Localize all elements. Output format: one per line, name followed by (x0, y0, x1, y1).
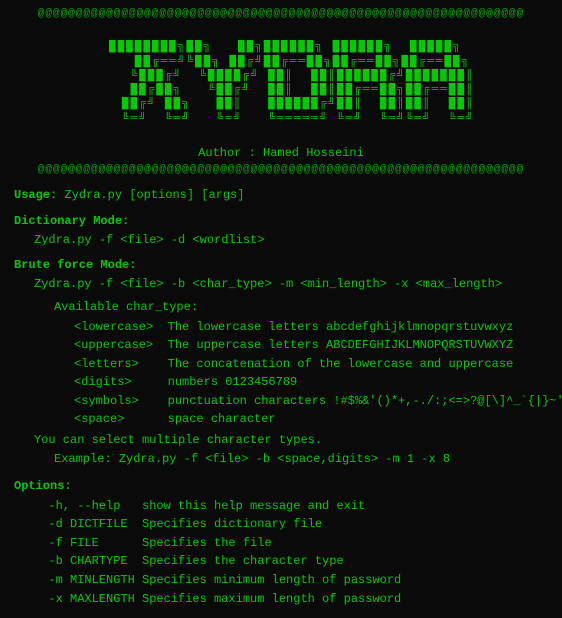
char-type-digits: <digits> numbers 0123456789 (74, 373, 548, 392)
char-type-letters: <letters> The concatenation of the lower… (74, 355, 548, 374)
brute-mode-command: Zydra.py -f <file> -b <char_type> -m <mi… (34, 275, 548, 294)
option-dictfile: -d DICTFILE Specifies dictionary file (34, 515, 548, 534)
char-type-symbols: <symbols> punctuation characters !#$%&'(… (74, 392, 548, 411)
brute-mode-section: Brute force Mode: Zydra.py -f <file> -b … (14, 256, 548, 470)
char-type-uppercase: <uppercase> The uppercase letters ABCDEF… (74, 336, 548, 355)
example-label: Example: (54, 452, 112, 466)
author-separator: : (249, 146, 263, 160)
char-type-space: <space> space character (74, 410, 548, 429)
author-name: Hamed Hosseini (263, 146, 364, 160)
options-list: -h, --help show this help message and ex… (34, 497, 548, 609)
header-section: @@@@@@@@@@@@@@@@@@@@@@@@@@@@@@@@@@@@@@@@… (0, 0, 562, 180)
usage-label: Usage: (14, 188, 57, 202)
logo-line-3: ╚███╔╝ ╚████╔╝ ██║ ██║██████╔╝███████║ (87, 70, 474, 82)
content-section: Usage: Zydra.py [options] [args] Diction… (0, 180, 562, 618)
option-file: -f FILE Specifies the file (34, 534, 548, 553)
logo-line-2: ██╔══╝╚██╗ ██╔╝██╔══██╗██╔══██╗██╔══██╗ (92, 56, 470, 68)
option-chartype: -b CHARTYPE Specifies the character type (34, 552, 548, 571)
example-line: Example: Zydra.py -f <file> -b <space,di… (54, 450, 548, 469)
avail-char-label: Available char_type: (54, 298, 548, 317)
options-label: Options: (14, 477, 548, 496)
author-line: Author : Hamed Hosseini (0, 146, 562, 160)
options-section: Options: -h, --help show this help messa… (14, 477, 548, 608)
char-type-lowercase: <lowercase> The lowercase letters abcdef… (74, 318, 548, 337)
dots-bottom: @@@@@@@@@@@@@@@@@@@@@@@@@@@@@@@@@@@@@@@@… (0, 164, 562, 176)
logo-line-1: ████████╗██╗ ██╗██████╗ ██████╗ █████╗ (92, 41, 470, 53)
char-types-list: <lowercase> The lowercase letters abcdef… (74, 318, 548, 430)
logo-line-6: ╚═╝ ╚═╝ ╚═╝ ╚═════╝ ╚═╝ ╚═╝╚═╝ ╚═╝ (87, 113, 474, 125)
multi-note: You can select multiple character types. (34, 431, 548, 450)
usage-section: Usage: Zydra.py [options] [args] (14, 186, 548, 205)
option-minlength: -m MINLENGTH Specifies minimum length of… (34, 571, 548, 590)
usage-command: Zydra.py [options] [args] (64, 188, 244, 202)
dict-mode-section: Dictionary Mode: Zydra.py -f <file> -d <… (14, 212, 548, 250)
dots-top: @@@@@@@@@@@@@@@@@@@@@@@@@@@@@@@@@@@@@@@@… (0, 8, 562, 20)
option-help: -h, --help show this help message and ex… (34, 497, 548, 516)
brute-mode-label: Brute force Mode: (14, 256, 548, 275)
author-label: Author (198, 146, 241, 160)
logo-line-4: ██╔██╗ ╚██╔╝ ██║ ██║██╔══██╗██╔══██║ (87, 84, 474, 96)
option-maxlength: -x MAXLENGTH Specifies maximum length of… (34, 590, 548, 609)
dict-mode-label: Dictionary Mode: (14, 212, 548, 231)
logo-line-5: ██╔╝ ██╗ ██║ ██████╔╝██║ ██║██║ ██║ (87, 98, 474, 110)
ascii-logo: ████████╗██╗ ██╗██████╗ ██████╗ █████╗ █… (0, 26, 562, 140)
dict-mode-command: Zydra.py -f <file> -d <wordlist> (34, 231, 548, 250)
